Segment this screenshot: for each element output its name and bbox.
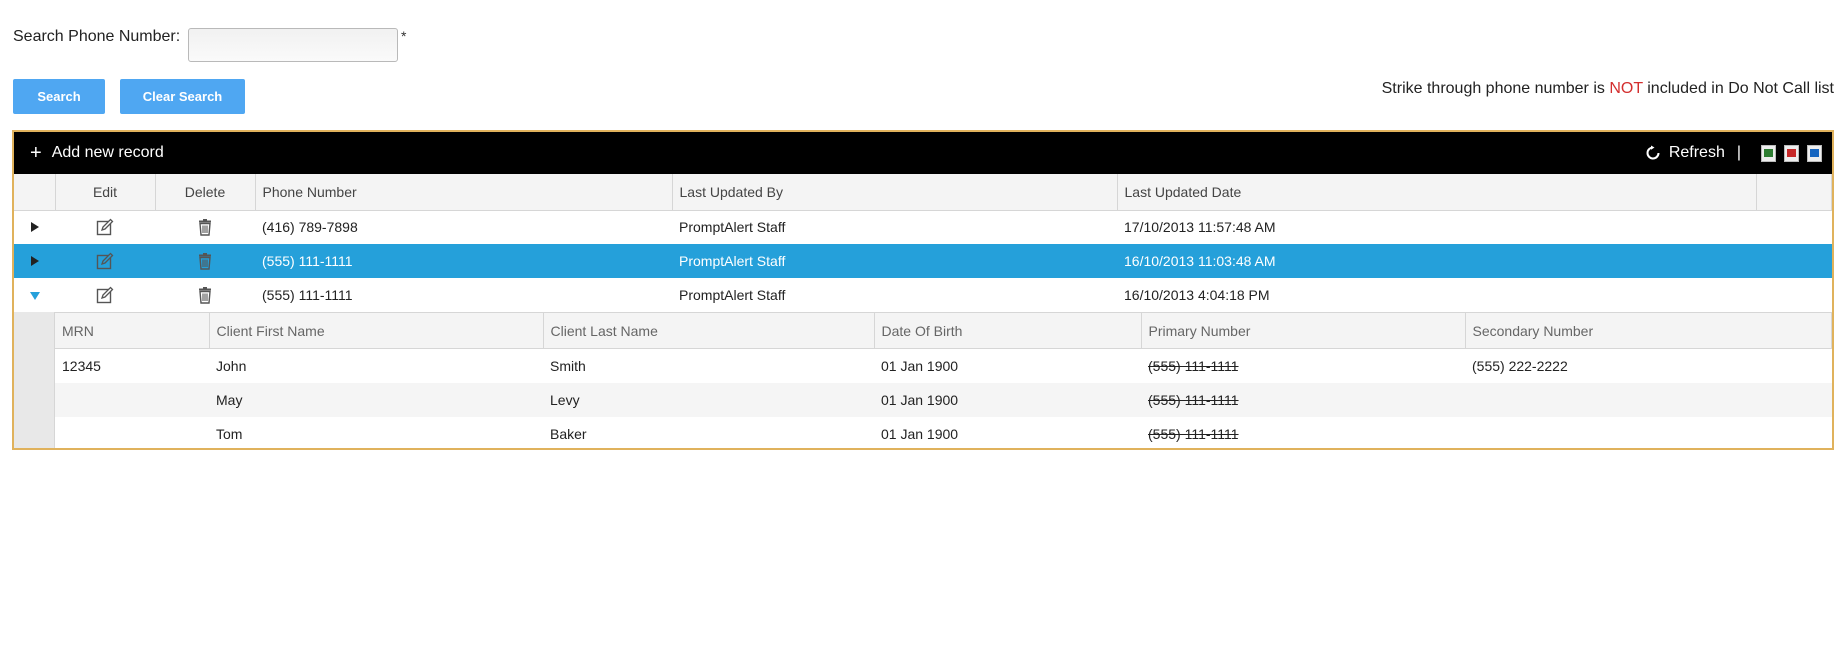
mrn-column-header[interactable]: MRN [55, 312, 210, 349]
primary-number-column-header[interactable]: Primary Number [1141, 312, 1466, 349]
filler-cell [1756, 278, 1832, 312]
expand-toggle[interactable] [14, 244, 55, 278]
edit-cell [55, 210, 155, 244]
dnc-legend-note: Strike through phone number is NOT inclu… [1382, 80, 1834, 98]
primary-number-cell: (555) 111-1111 [1148, 425, 1239, 442]
filler-cell [1756, 210, 1832, 244]
refresh-icon [1646, 145, 1660, 160]
mrn-cell [55, 417, 209, 449]
refresh-button[interactable]: Refresh [1645, 144, 1725, 162]
updated-by-cell: PromptAlert Staff [679, 219, 786, 236]
trash-icon[interactable] [196, 252, 214, 270]
phone-number-cell: (555) 111-1111 [262, 287, 353, 303]
edit-icon[interactable] [96, 286, 114, 304]
secondary-number-column-header[interactable]: Secondary Number [1465, 312, 1832, 349]
detail-panel: MRN Client First Name Client Last Name D… [14, 312, 1832, 449]
last-name-cell: Baker [550, 425, 587, 442]
edit-icon[interactable] [96, 252, 114, 270]
add-record-label: Add new record [51, 144, 164, 161]
updated-date-cell: 17/10/2013 11:57:48 AM [1124, 219, 1276, 236]
expand-arrow-icon [30, 256, 39, 266]
first-name-cell: May [209, 382, 543, 417]
dob-cell: 01 Jan 1900 [874, 382, 1141, 417]
secondary-number-cell [1465, 417, 1832, 449]
expander-header [14, 174, 56, 211]
edit-icon[interactable] [96, 218, 114, 236]
detail-table: MRN Client First Name Client Last Name D… [55, 312, 1832, 449]
detail-row[interactable]: May Levy 01 Jan 1900 (555) 111-1111 [55, 382, 1832, 417]
updated-by-cell: PromptAlert Staff [679, 287, 786, 303]
table-row-selected[interactable]: (555) 111-1111 PromptAlert Staff 16/10/2… [14, 244, 1832, 278]
filler-cell [1756, 244, 1832, 278]
delete-cell [155, 210, 255, 244]
delete-cell [155, 278, 255, 312]
primary-number-cell: (555) 111-1111 [1141, 382, 1465, 417]
note-prefix: Strike through phone number is [1381, 80, 1610, 97]
grid-toolbar: + Add new record Refresh | [14, 132, 1832, 174]
mrn-cell: 12345 [62, 357, 101, 374]
updated-date-cell: 16/10/2013 11:03:48 AM [1117, 244, 1756, 278]
detail-gutter [14, 312, 55, 448]
primary-number-cell: (555) 111-1111 [1148, 357, 1239, 374]
client-first-name-column-header[interactable]: Client First Name [209, 312, 544, 349]
refresh-label: Refresh [1668, 144, 1725, 161]
first-name-cell: Tom [216, 425, 243, 442]
secondary-number-cell: (555) 222-2222 [1472, 357, 1568, 374]
search-phone-input[interactable] [188, 28, 398, 62]
last-name-cell: Smith [550, 357, 586, 374]
expand-toggle[interactable] [14, 210, 55, 244]
updated-by-cell: PromptAlert Staff [672, 244, 1117, 278]
phone-grid: + Add new record Refresh | Edit Delete P… [12, 130, 1834, 450]
first-name-cell: John [216, 357, 247, 374]
add-record-button[interactable]: + Add new record [30, 132, 164, 174]
delete-column-header: Delete [155, 174, 256, 211]
last-updated-date-column-header[interactable]: Last Updated Date [1117, 174, 1757, 211]
mrn-cell [55, 382, 209, 417]
detail-row[interactable]: 12345 John Smith 01 Jan 1900 (555) 111-1… [55, 349, 1832, 383]
dob-cell: 01 Jan 1900 [881, 425, 959, 442]
table-row[interactable]: (416) 789-7898 PromptAlert Staff 17/10/2… [14, 210, 1832, 244]
edit-cell [55, 278, 155, 312]
last-updated-by-column-header[interactable]: Last Updated By [672, 174, 1118, 211]
secondary-number-cell [1465, 382, 1832, 417]
note-suffix: included in Do Not Call list [1642, 80, 1834, 97]
phone-number-cell: (416) 789-7898 [262, 219, 358, 236]
pdf-export-icon[interactable] [1784, 144, 1799, 162]
edit-cell [55, 244, 155, 278]
date-of-birth-column-header[interactable]: Date Of Birth [874, 312, 1142, 349]
search-phone-label: Search Phone Number: [13, 28, 181, 45]
collapse-toggle[interactable] [14, 278, 55, 312]
toolbar-separator: | [1736, 144, 1741, 161]
expand-arrow-icon [30, 222, 39, 233]
last-name-cell: Levy [543, 382, 874, 417]
collapse-arrow-icon [29, 292, 40, 300]
updated-date-cell: 16/10/2013 4:04:18 PM [1124, 287, 1270, 303]
excel-export-icon[interactable] [1761, 144, 1776, 162]
phone-number-column-header[interactable]: Phone Number [255, 174, 673, 211]
table-row-expanded[interactable]: (555) 111-1111 PromptAlert Staff 16/10/2… [14, 278, 1832, 312]
filler-header [1756, 174, 1832, 211]
phone-number-cell: (555) 111-1111 [255, 244, 672, 278]
detail-row[interactable]: Tom Baker 01 Jan 1900 (555) 111-1111 [55, 417, 1832, 449]
toolbar-actions: Refresh | [1645, 132, 1822, 174]
trash-icon[interactable] [196, 286, 214, 304]
note-highlight: NOT [1609, 80, 1643, 97]
main-table: Edit Delete Phone Number Last Updated By… [14, 174, 1832, 312]
word-export-icon[interactable] [1807, 144, 1822, 162]
delete-cell [155, 244, 255, 278]
trash-icon[interactable] [196, 218, 214, 237]
clear-search-button[interactable]: Clear Search [120, 79, 245, 114]
client-last-name-column-header[interactable]: Client Last Name [543, 312, 875, 349]
required-marker: * [401, 28, 407, 44]
dob-cell: 01 Jan 1900 [881, 357, 959, 374]
edit-column-header: Edit [55, 174, 156, 211]
plus-icon: + [30, 142, 42, 164]
search-button[interactable]: Search [13, 79, 105, 114]
